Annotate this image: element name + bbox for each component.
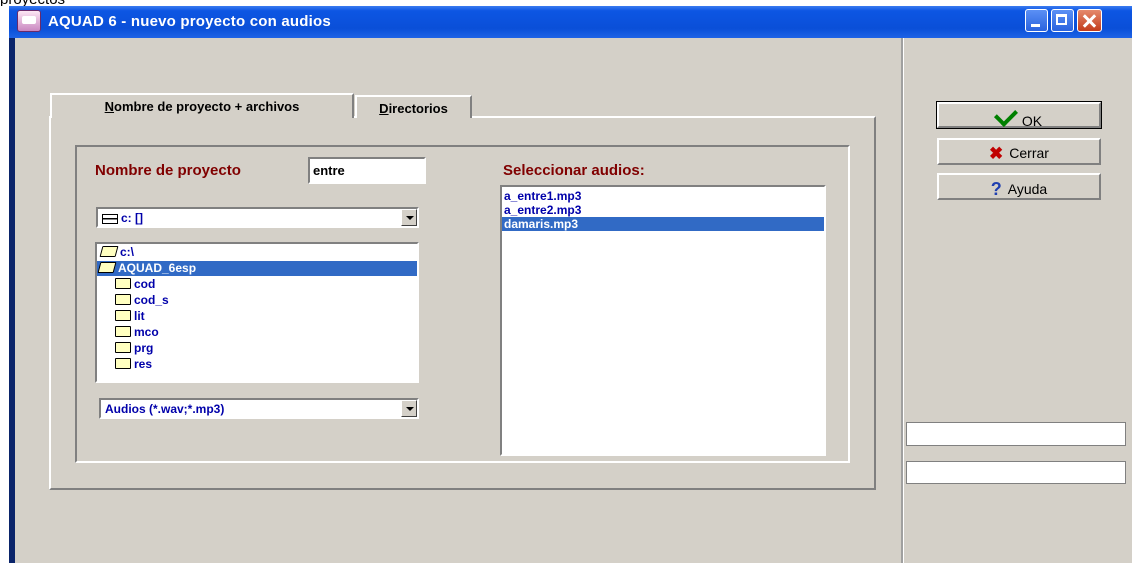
file-type-select[interactable]: Audios (*.wav;*.mp3) [99,398,419,419]
folder-list-item[interactable]: res [99,357,152,372]
folder-name: cod_s [134,293,169,307]
tab-label: ombre de proyecto + archivos [114,99,300,114]
cerrar-button[interactable]: ✖ Cerrar [937,138,1101,165]
status-field-2 [906,461,1126,484]
close-window-button[interactable] [1077,9,1102,32]
minimize-button[interactable] [1025,9,1048,32]
audio-list[interactable]: a_entre1.mp3 a_entre2.mp3 damaris.mp3 [500,185,826,456]
ayuda-button-label: Ayuda [1007,181,1048,197]
folder-list-item[interactable]: cod_s [99,293,169,308]
folder-list[interactable]: c:\ AQUAD_6espcod cod_slit mco prg res [95,242,419,383]
file-type-value: Audios (*.wav;*.mp3) [105,402,225,416]
folder-list-item[interactable]: lit [99,309,145,324]
select-audios-label: Seleccionar audios: [503,162,645,179]
project-name-label: Nombre de proyecto [95,162,241,179]
status-field-1 [906,422,1126,446]
folder-name: res [134,357,153,371]
folder-list-item[interactable]: AQUAD_6esp [97,261,417,276]
folder-icon [115,326,131,337]
folder-icon [115,342,131,353]
window-title: AQUAD 6 - nuevo proyecto con audios [48,13,331,30]
audio-list-item[interactable]: a_entre1.mp3 [504,189,581,203]
close-x-icon: ✖ [989,144,1004,163]
folder-name: AQUAD_6esp [118,261,197,275]
audio-list-item[interactable]: a_entre2.mp3 [504,203,581,217]
window-left-edge [9,6,15,563]
ok-button-label: OK [1021,113,1043,129]
ayuda-button[interactable]: ? Ayuda [937,173,1101,200]
folder-icon [115,294,131,305]
drive-select[interactable]: c: [] [96,207,419,228]
folder-list-item[interactable]: cod [99,277,155,292]
tab-mnemonic: D [379,101,389,116]
tab-label: irectorios [388,101,448,116]
folder-icon [115,358,131,369]
folder-list-item[interactable]: c:\ [99,245,134,260]
folder-icon [115,278,131,289]
dropdown-arrow-icon[interactable] [401,400,417,417]
folder-name: c:\ [120,245,135,259]
open-folder-icon [97,262,117,273]
audio-list-item[interactable]: damaris.mp3 [502,217,824,231]
folder-name: cod [134,277,156,291]
checkmark-icon [993,102,1018,128]
tab-nombre-proyecto[interactable]: Nombre de proyecto + archivos [50,93,354,118]
app-icon [17,10,41,32]
cerrar-button-label: Cerrar [1009,145,1049,161]
folder-list-item[interactable]: prg [99,341,153,356]
help-question-icon: ? [990,179,1002,199]
panel-divider [901,38,904,563]
ok-button[interactable]: OK [936,101,1102,129]
tab-mnemonic: N [104,99,115,114]
drive-icon [102,213,118,224]
drive-value: c: [] [121,211,143,225]
open-folder-icon [99,246,119,257]
project-name-input[interactable]: entre [308,157,426,184]
folder-list-item[interactable]: mco [99,325,159,340]
folder-name: prg [134,341,154,355]
maximize-button[interactable] [1051,9,1074,32]
folder-name: mco [134,325,159,339]
dropdown-arrow-icon[interactable] [401,209,417,226]
folder-name: lit [134,309,145,323]
tab-directorios[interactable]: Directorios [355,95,472,118]
folder-icon [115,310,131,321]
